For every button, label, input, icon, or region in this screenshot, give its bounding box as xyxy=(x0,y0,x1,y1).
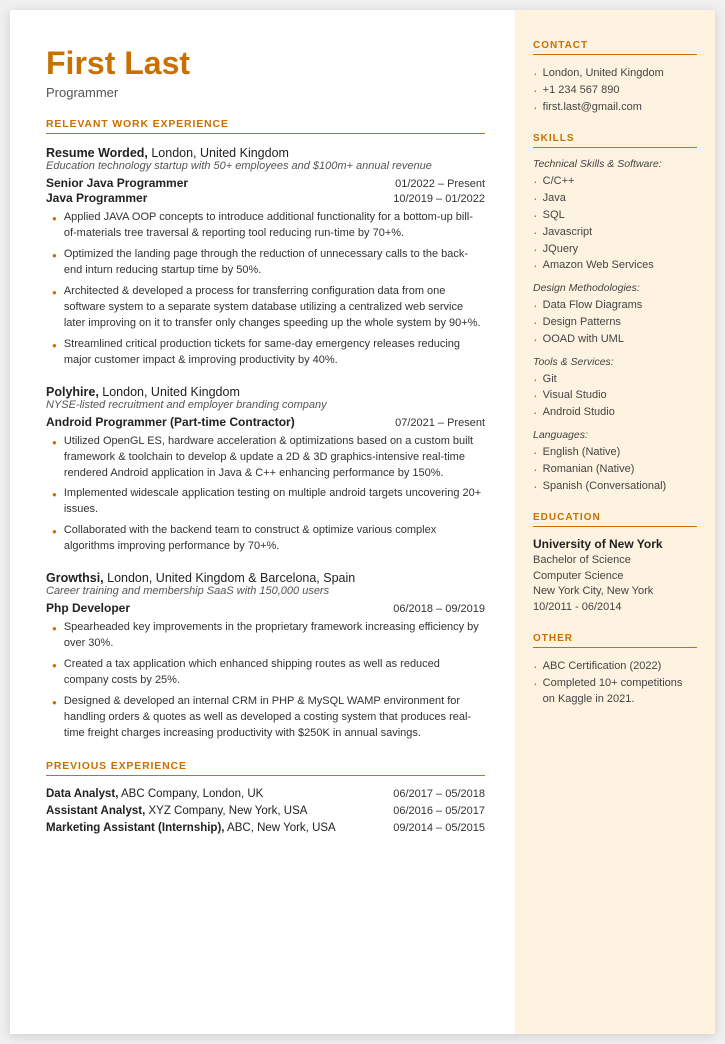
other-header: OTHER xyxy=(533,633,697,648)
company-tagline-1: Education technology startup with 50+ em… xyxy=(46,160,485,172)
prev-exp-title-3: Marketing Assistant (Internship), ABC, N… xyxy=(46,822,336,834)
prev-exp-dates-2: 06/2016 – 05/2017 xyxy=(393,805,485,817)
job-row-3a: Php Developer 06/2018 – 09/2019 xyxy=(46,601,485,615)
job-dates-3a: 06/2018 – 09/2019 xyxy=(393,603,485,615)
skill-item: Android Studio xyxy=(533,404,697,421)
bullet-item: Architected & developed a process for tr… xyxy=(52,284,485,332)
job-row-1b: Java Programmer 10/2019 – 01/2022 xyxy=(46,191,485,205)
contact-list: London, United Kingdom +1 234 567 890 fi… xyxy=(533,65,697,115)
job-row-2a: Android Programmer (Part-time Contractor… xyxy=(46,415,485,429)
design-methodologies-header: Design Methodologies: xyxy=(533,282,697,294)
job-row-1a: Senior Java Programmer 01/2022 – Present xyxy=(46,176,485,190)
bullet-item: Streamlined critical production tickets … xyxy=(52,337,485,369)
bullet-item: Spearheaded key improvements in the prop… xyxy=(52,620,485,652)
tools-skills-list: Git Visual Studio Android Studio xyxy=(533,371,697,421)
skills-header: SKILLS xyxy=(533,133,697,148)
other-list: ABC Certification (2022) Completed 10+ c… xyxy=(533,658,697,708)
other-item: ABC Certification (2022) xyxy=(533,658,697,675)
contact-item-location: London, United Kingdom xyxy=(533,65,697,82)
education-header: EDUCATION xyxy=(533,512,697,527)
skill-item: Amazon Web Services xyxy=(533,257,697,274)
bullet-item: Created a tax application which enhanced… xyxy=(52,657,485,689)
prev-exp-row-3: Marketing Assistant (Internship), ABC, N… xyxy=(46,822,485,834)
design-skills-list: Data Flow Diagrams Design Patterns OOAD … xyxy=(533,297,697,347)
language-item: Romanian (Native) xyxy=(533,461,697,478)
job-dates-2a: 07/2021 – Present xyxy=(395,417,485,429)
language-item: English (Native) xyxy=(533,444,697,461)
prev-exp-dates-1: 06/2017 – 05/2018 xyxy=(393,788,485,800)
prev-exp-row-1: Data Analyst, ABC Company, London, UK 06… xyxy=(46,788,485,800)
candidate-title: Programmer xyxy=(46,85,485,100)
skill-item: Git xyxy=(533,371,697,388)
job-title-3a: Php Developer xyxy=(46,601,130,615)
languages-header: Languages: xyxy=(533,429,697,441)
candidate-name: First Last xyxy=(46,46,485,81)
job-dates-1b: 10/2019 – 01/2022 xyxy=(393,193,485,205)
skill-item: Visual Studio xyxy=(533,387,697,404)
skill-item: C/C++ xyxy=(533,173,697,190)
bullets-1: Applied JAVA OOP concepts to introduce a… xyxy=(52,210,485,368)
tools-services-header: Tools & Services: xyxy=(533,356,697,368)
company-polyhire: Polyhire, London, United Kingdom NYSE-li… xyxy=(46,385,485,556)
prev-exp-dates-3: 09/2014 – 05/2015 xyxy=(393,822,485,834)
skill-item: Java xyxy=(533,190,697,207)
bullet-item: Collaborated with the backend team to co… xyxy=(52,523,485,555)
bullet-item: Implemented widescale application testin… xyxy=(52,486,485,518)
right-column: CONTACT London, United Kingdom +1 234 56… xyxy=(515,10,715,1034)
bullet-item: Optimized the landing page through the r… xyxy=(52,247,485,279)
resume-document: First Last Programmer RELEVANT WORK EXPE… xyxy=(10,10,715,1034)
technical-skills-header: Technical Skills & Software: xyxy=(533,158,697,170)
bullet-item: Designed & developed an internal CRM in … xyxy=(52,694,485,742)
edu-school: University of New York xyxy=(533,537,697,551)
job-title-2a: Android Programmer (Part-time Contractor… xyxy=(46,415,295,429)
bullet-item: Utilized OpenGL ES, hardware acceleratio… xyxy=(52,434,485,482)
prev-exp-title-2: Assistant Analyst, XYZ Company, New York… xyxy=(46,805,307,817)
bullets-2: Utilized OpenGL ES, hardware acceleratio… xyxy=(52,434,485,556)
bullet-item: Applied JAVA OOP concepts to introduce a… xyxy=(52,210,485,242)
languages-list: English (Native) Romanian (Native) Spani… xyxy=(533,444,697,494)
job-title-1a: Senior Java Programmer xyxy=(46,176,188,190)
other-item: Completed 10+ competitions on Kaggle in … xyxy=(533,675,697,708)
prev-exp-title-1: Data Analyst, ABC Company, London, UK xyxy=(46,788,263,800)
contact-item-phone: +1 234 567 890 xyxy=(533,82,697,99)
prev-exp-row-2: Assistant Analyst, XYZ Company, New York… xyxy=(46,805,485,817)
job-dates-1a: 01/2022 – Present xyxy=(395,178,485,190)
skill-item: Javascript xyxy=(533,224,697,241)
edu-info: Bachelor of Science Computer Science New… xyxy=(533,553,697,615)
company-tagline-2: NYSE-listed recruitment and employer bra… xyxy=(46,399,485,411)
relevant-work-header: RELEVANT WORK EXPERIENCE xyxy=(46,118,485,134)
language-item: Spanish (Conversational) xyxy=(533,478,697,495)
bullets-3: Spearheaded key improvements in the prop… xyxy=(52,620,485,742)
skill-item: JQuery xyxy=(533,241,697,258)
company-tagline-3: Career training and membership SaaS with… xyxy=(46,585,485,597)
company-growthsi: Growthsi, London, United Kingdom & Barce… xyxy=(46,571,485,742)
job-title-1b: Java Programmer xyxy=(46,191,147,205)
contact-header: CONTACT xyxy=(533,40,697,55)
contact-item-email: first.last@gmail.com xyxy=(533,99,697,116)
skill-item: SQL xyxy=(533,207,697,224)
company-name-2: Polyhire, London, United Kingdom xyxy=(46,385,485,399)
skill-item: OOAD with UML xyxy=(533,331,697,348)
company-name-3: Growthsi, London, United Kingdom & Barce… xyxy=(46,571,485,585)
company-name-1: Resume Worded, London, United Kingdom xyxy=(46,146,485,160)
skill-item: Design Patterns xyxy=(533,314,697,331)
technical-skills-list: C/C++ Java SQL Javascript JQuery Amazon … xyxy=(533,173,697,274)
skill-item: Data Flow Diagrams xyxy=(533,297,697,314)
left-column: First Last Programmer RELEVANT WORK EXPE… xyxy=(10,10,515,1034)
previous-exp-header: PREVIOUS EXPERIENCE xyxy=(46,760,485,776)
company-resume-worded: Resume Worded, London, United Kingdom Ed… xyxy=(46,146,485,368)
